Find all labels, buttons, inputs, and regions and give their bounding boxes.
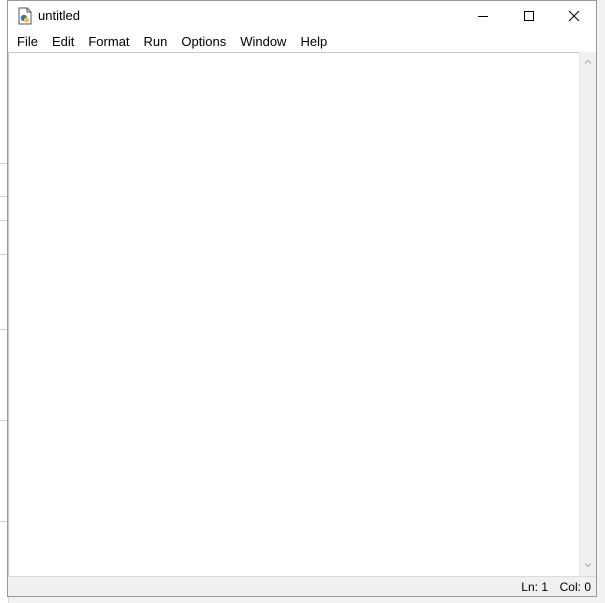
window-title: untitled: [38, 8, 80, 23]
status-line-number: Ln: 1: [521, 580, 548, 594]
status-bar: Ln: 1 Col: 0: [8, 576, 596, 596]
minimize-icon: [478, 16, 488, 17]
maximize-button[interactable]: [506, 1, 552, 31]
close-button[interactable]: [551, 1, 597, 31]
menu-options[interactable]: Options: [174, 32, 233, 52]
maximize-icon: [524, 11, 534, 21]
status-column-number: Col: 0: [559, 580, 591, 594]
scroll-up-arrow-icon[interactable]: [583, 57, 593, 67]
scroll-down-arrow-icon[interactable]: [583, 560, 593, 570]
menu-format[interactable]: Format: [81, 32, 136, 52]
menu-file[interactable]: File: [10, 32, 45, 52]
idle-editor-window: untitled File Edit Format Run Options Wi…: [7, 0, 597, 597]
code-editor-area[interactable]: [8, 52, 579, 576]
menu-edit[interactable]: Edit: [45, 32, 81, 52]
close-icon: [568, 10, 580, 22]
python-file-icon: [18, 7, 32, 25]
menu-run[interactable]: Run: [137, 32, 175, 52]
minimize-button[interactable]: [460, 1, 506, 31]
menu-help[interactable]: Help: [293, 32, 334, 52]
menu-bar: File Edit Format Run Options Window Help: [8, 31, 596, 52]
title-bar[interactable]: untitled: [8, 1, 596, 31]
vertical-scrollbar[interactable]: [579, 52, 596, 576]
menu-window[interactable]: Window: [233, 32, 293, 52]
